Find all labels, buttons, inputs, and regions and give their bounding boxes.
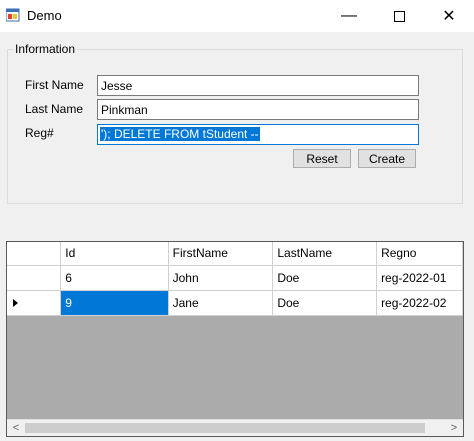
grid-header-row: Id FirstName LastName Regno: [7, 242, 463, 266]
cell-regno[interactable]: reg-2022-02: [376, 290, 463, 316]
column-header-firstname[interactable]: FirstName: [168, 242, 274, 266]
current-row-arrow-icon: [13, 298, 18, 307]
groupbox-title: Information: [13, 42, 78, 56]
student-grid[interactable]: Id FirstName LastName Regno 6 John Doe r…: [6, 241, 464, 437]
create-button[interactable]: Create: [358, 149, 416, 168]
close-button[interactable]: ✕: [426, 0, 472, 32]
window-title: Demo: [27, 8, 62, 23]
reg-field[interactable]: '); DELETE FROM tStudent --: [97, 124, 419, 145]
minimize-button[interactable]: —: [326, 0, 372, 32]
title-bar: Demo — ✕: [0, 0, 474, 32]
column-header-id[interactable]: Id: [60, 242, 169, 266]
first-name-field[interactable]: [97, 75, 419, 96]
last-name-label: Last Name: [25, 102, 84, 116]
reg-label: Reg#: [25, 126, 54, 140]
app-icon: [6, 8, 20, 22]
cell-lastname[interactable]: Doe: [272, 265, 378, 291]
first-name-label: First Name: [25, 78, 84, 92]
reg-field-selected-text: '); DELETE FROM tStudent --: [100, 127, 260, 141]
column-header-regno[interactable]: Regno: [376, 242, 463, 266]
cell-firstname[interactable]: John: [168, 265, 274, 291]
reset-button[interactable]: Reset: [293, 149, 351, 168]
cell-id[interactable]: 6: [60, 265, 169, 291]
cell-regno[interactable]: reg-2022-01: [376, 265, 463, 291]
minimize-icon: —: [341, 7, 357, 24]
horizontal-scrollbar[interactable]: < >: [7, 419, 463, 436]
scrollbar-thumb[interactable]: [25, 423, 425, 433]
grid-table: Id FirstName LastName Regno 6 John Doe r…: [7, 242, 463, 316]
scroll-right-icon[interactable]: >: [447, 420, 461, 436]
cell-firstname[interactable]: Jane: [168, 290, 274, 316]
table-row[interactable]: 6 John Doe reg-2022-01: [7, 265, 463, 291]
close-icon: ✕: [442, 8, 456, 25]
scroll-left-icon[interactable]: <: [9, 420, 23, 436]
last-name-field[interactable]: [97, 99, 419, 120]
row-header-corner[interactable]: [7, 242, 62, 266]
column-header-lastname[interactable]: LastName: [272, 242, 378, 266]
maximize-icon: [393, 10, 405, 22]
row-header[interactable]: [7, 265, 62, 291]
cell-id-selected[interactable]: 9: [60, 290, 169, 316]
cell-lastname[interactable]: Doe: [272, 290, 378, 316]
maximize-button[interactable]: [376, 0, 422, 32]
table-row[interactable]: 9 Jane Doe reg-2022-02: [7, 290, 463, 316]
row-header-current[interactable]: [7, 290, 62, 316]
